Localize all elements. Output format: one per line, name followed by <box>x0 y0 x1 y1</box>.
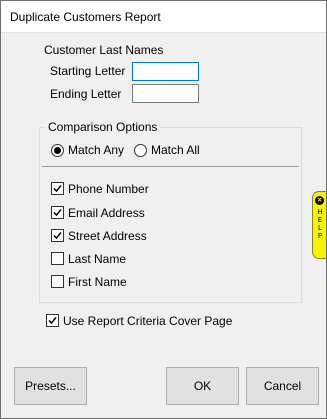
email-address-label[interactable]: Email Address <box>68 206 145 220</box>
checkmark-icon <box>53 185 62 193</box>
cover-page-label[interactable]: Use Report Criteria Cover Page <box>63 314 232 328</box>
checkbox-box[interactable] <box>46 314 59 327</box>
starting-letter-label: Starting Letter <box>50 64 126 78</box>
checkmark-icon <box>53 232 62 240</box>
match-all-label[interactable]: Match All <box>151 143 200 157</box>
checkmark-icon <box>53 209 62 217</box>
last-name-label[interactable]: Last Name <box>68 252 126 266</box>
phone-number-label[interactable]: Phone Number <box>68 182 149 196</box>
close-icon[interactable]: × <box>315 196 324 205</box>
checkbox-box[interactable] <box>51 206 64 219</box>
radio-selected-dot <box>54 147 61 154</box>
checkmark-icon <box>48 317 57 325</box>
first-name-label[interactable]: First Name <box>68 275 127 289</box>
ending-letter-label: Ending Letter <box>50 87 122 101</box>
checkbox-box[interactable] <box>51 182 64 195</box>
ok-button[interactable]: OK <box>166 367 239 405</box>
checkbox-box[interactable] <box>51 275 64 288</box>
street-address-label[interactable]: Street Address <box>68 229 147 243</box>
checkbox-box[interactable] <box>51 252 64 265</box>
window-title: Duplicate Customers Report <box>10 10 161 24</box>
match-any-radio-button[interactable] <box>51 144 64 157</box>
ending-letter-input[interactable] <box>132 84 199 103</box>
starting-letter-input[interactable] <box>132 62 199 81</box>
customer-last-names-heading: Customer Last Names <box>44 43 164 57</box>
checkbox-box[interactable] <box>51 229 64 242</box>
title-bar: Duplicate Customers Report <box>1 1 326 33</box>
cancel-button[interactable]: Cancel <box>246 367 319 405</box>
match-all-radio-button[interactable] <box>134 144 147 157</box>
help-text: HELP <box>317 208 323 240</box>
match-any-label[interactable]: Match Any <box>68 143 124 157</box>
dialog-window: Duplicate Customers Report Customer Last… <box>0 0 327 419</box>
presets-button[interactable]: Presets... <box>14 367 87 405</box>
options-separator <box>42 166 299 167</box>
help-tab[interactable]: × HELP <box>312 191 326 259</box>
comparison-options-title: Comparison Options <box>45 120 161 134</box>
